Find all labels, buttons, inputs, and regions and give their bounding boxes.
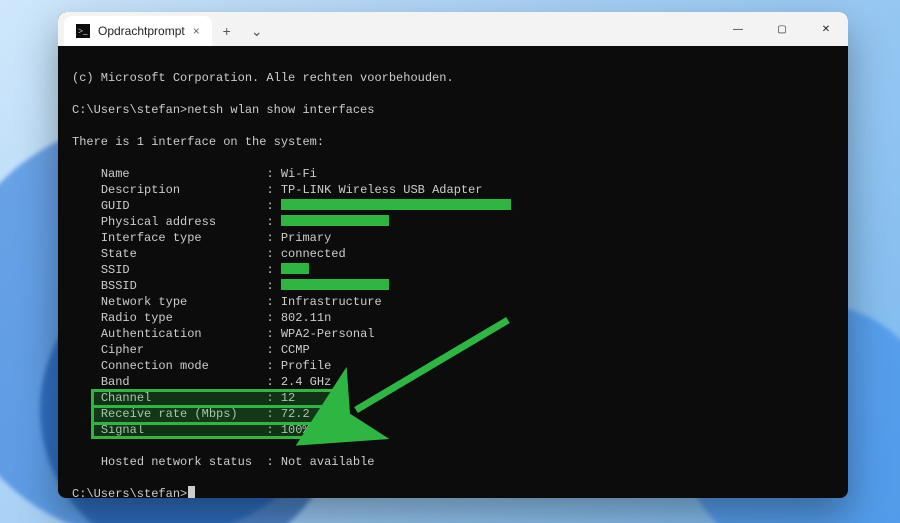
field-guid: GUID :: [72, 199, 511, 213]
field-band: Band : 2.4 GHz: [72, 375, 331, 389]
tab-close-icon[interactable]: ×: [193, 24, 200, 38]
field-nettype: Network type : Infrastructure: [72, 295, 382, 309]
field-channel: Channel : 12: [72, 391, 295, 405]
cursor-icon: [188, 486, 195, 498]
close-button[interactable]: ✕: [804, 12, 848, 46]
field-connmode: Connection mode : Profile: [72, 359, 331, 373]
command-prompt-window: >_ Opdrachtprompt × + ⌄ — ▢ ✕ (c) Micros…: [58, 12, 848, 498]
window-controls: — ▢ ✕: [716, 12, 848, 46]
redacted-guid: [281, 199, 511, 210]
field-iftype: Interface type : Primary: [72, 231, 331, 245]
redacted-ssid: [281, 263, 309, 274]
copyright-line: (c) Microsoft Corporation. Alle rechten …: [72, 71, 454, 85]
tab-title: Opdrachtprompt: [98, 24, 185, 38]
field-rxrate: Receive rate (Mbps) : 72.2: [72, 407, 310, 421]
new-tab-button[interactable]: +: [212, 16, 242, 46]
prompt-line-1: C:\Users\stefan>netsh wlan show interfac…: [72, 103, 374, 117]
field-name: Name : Wi-Fi: [72, 167, 317, 181]
field-signal: Signal : 100%: [72, 423, 310, 437]
redacted-bssid: [281, 279, 389, 290]
terminal-output[interactable]: (c) Microsoft Corporation. Alle rechten …: [58, 46, 848, 498]
command-text: netsh wlan show interfaces: [187, 103, 374, 117]
maximize-button[interactable]: ▢: [760, 12, 804, 46]
field-description: Description : TP-LINK Wireless USB Adapt…: [72, 183, 483, 197]
cmd-icon: >_: [76, 24, 90, 38]
tab-opdrachtprompt[interactable]: >_ Opdrachtprompt ×: [64, 16, 212, 46]
field-hosted: Hosted network status : Not available: [72, 455, 374, 469]
tab-dropdown-button[interactable]: ⌄: [242, 16, 272, 46]
field-auth: Authentication : WPA2-Personal: [72, 327, 374, 341]
interface-header: There is 1 interface on the system:: [72, 135, 324, 149]
field-state: State : connected: [72, 247, 346, 261]
field-radio: Radio type : 802.11n: [72, 311, 331, 325]
titlebar: >_ Opdrachtprompt × + ⌄ — ▢ ✕: [58, 12, 848, 46]
minimize-button[interactable]: —: [716, 12, 760, 46]
field-physaddr: Physical address :: [72, 215, 389, 229]
field-ssid: SSID :: [72, 263, 309, 277]
field-cipher: Cipher : CCMP: [72, 343, 310, 357]
redacted-mac: [281, 215, 389, 226]
field-bssid: BSSID :: [72, 279, 389, 293]
prompt-line-2: C:\Users\stefan>: [72, 487, 195, 498]
svg-text:>_: >_: [78, 26, 88, 36]
